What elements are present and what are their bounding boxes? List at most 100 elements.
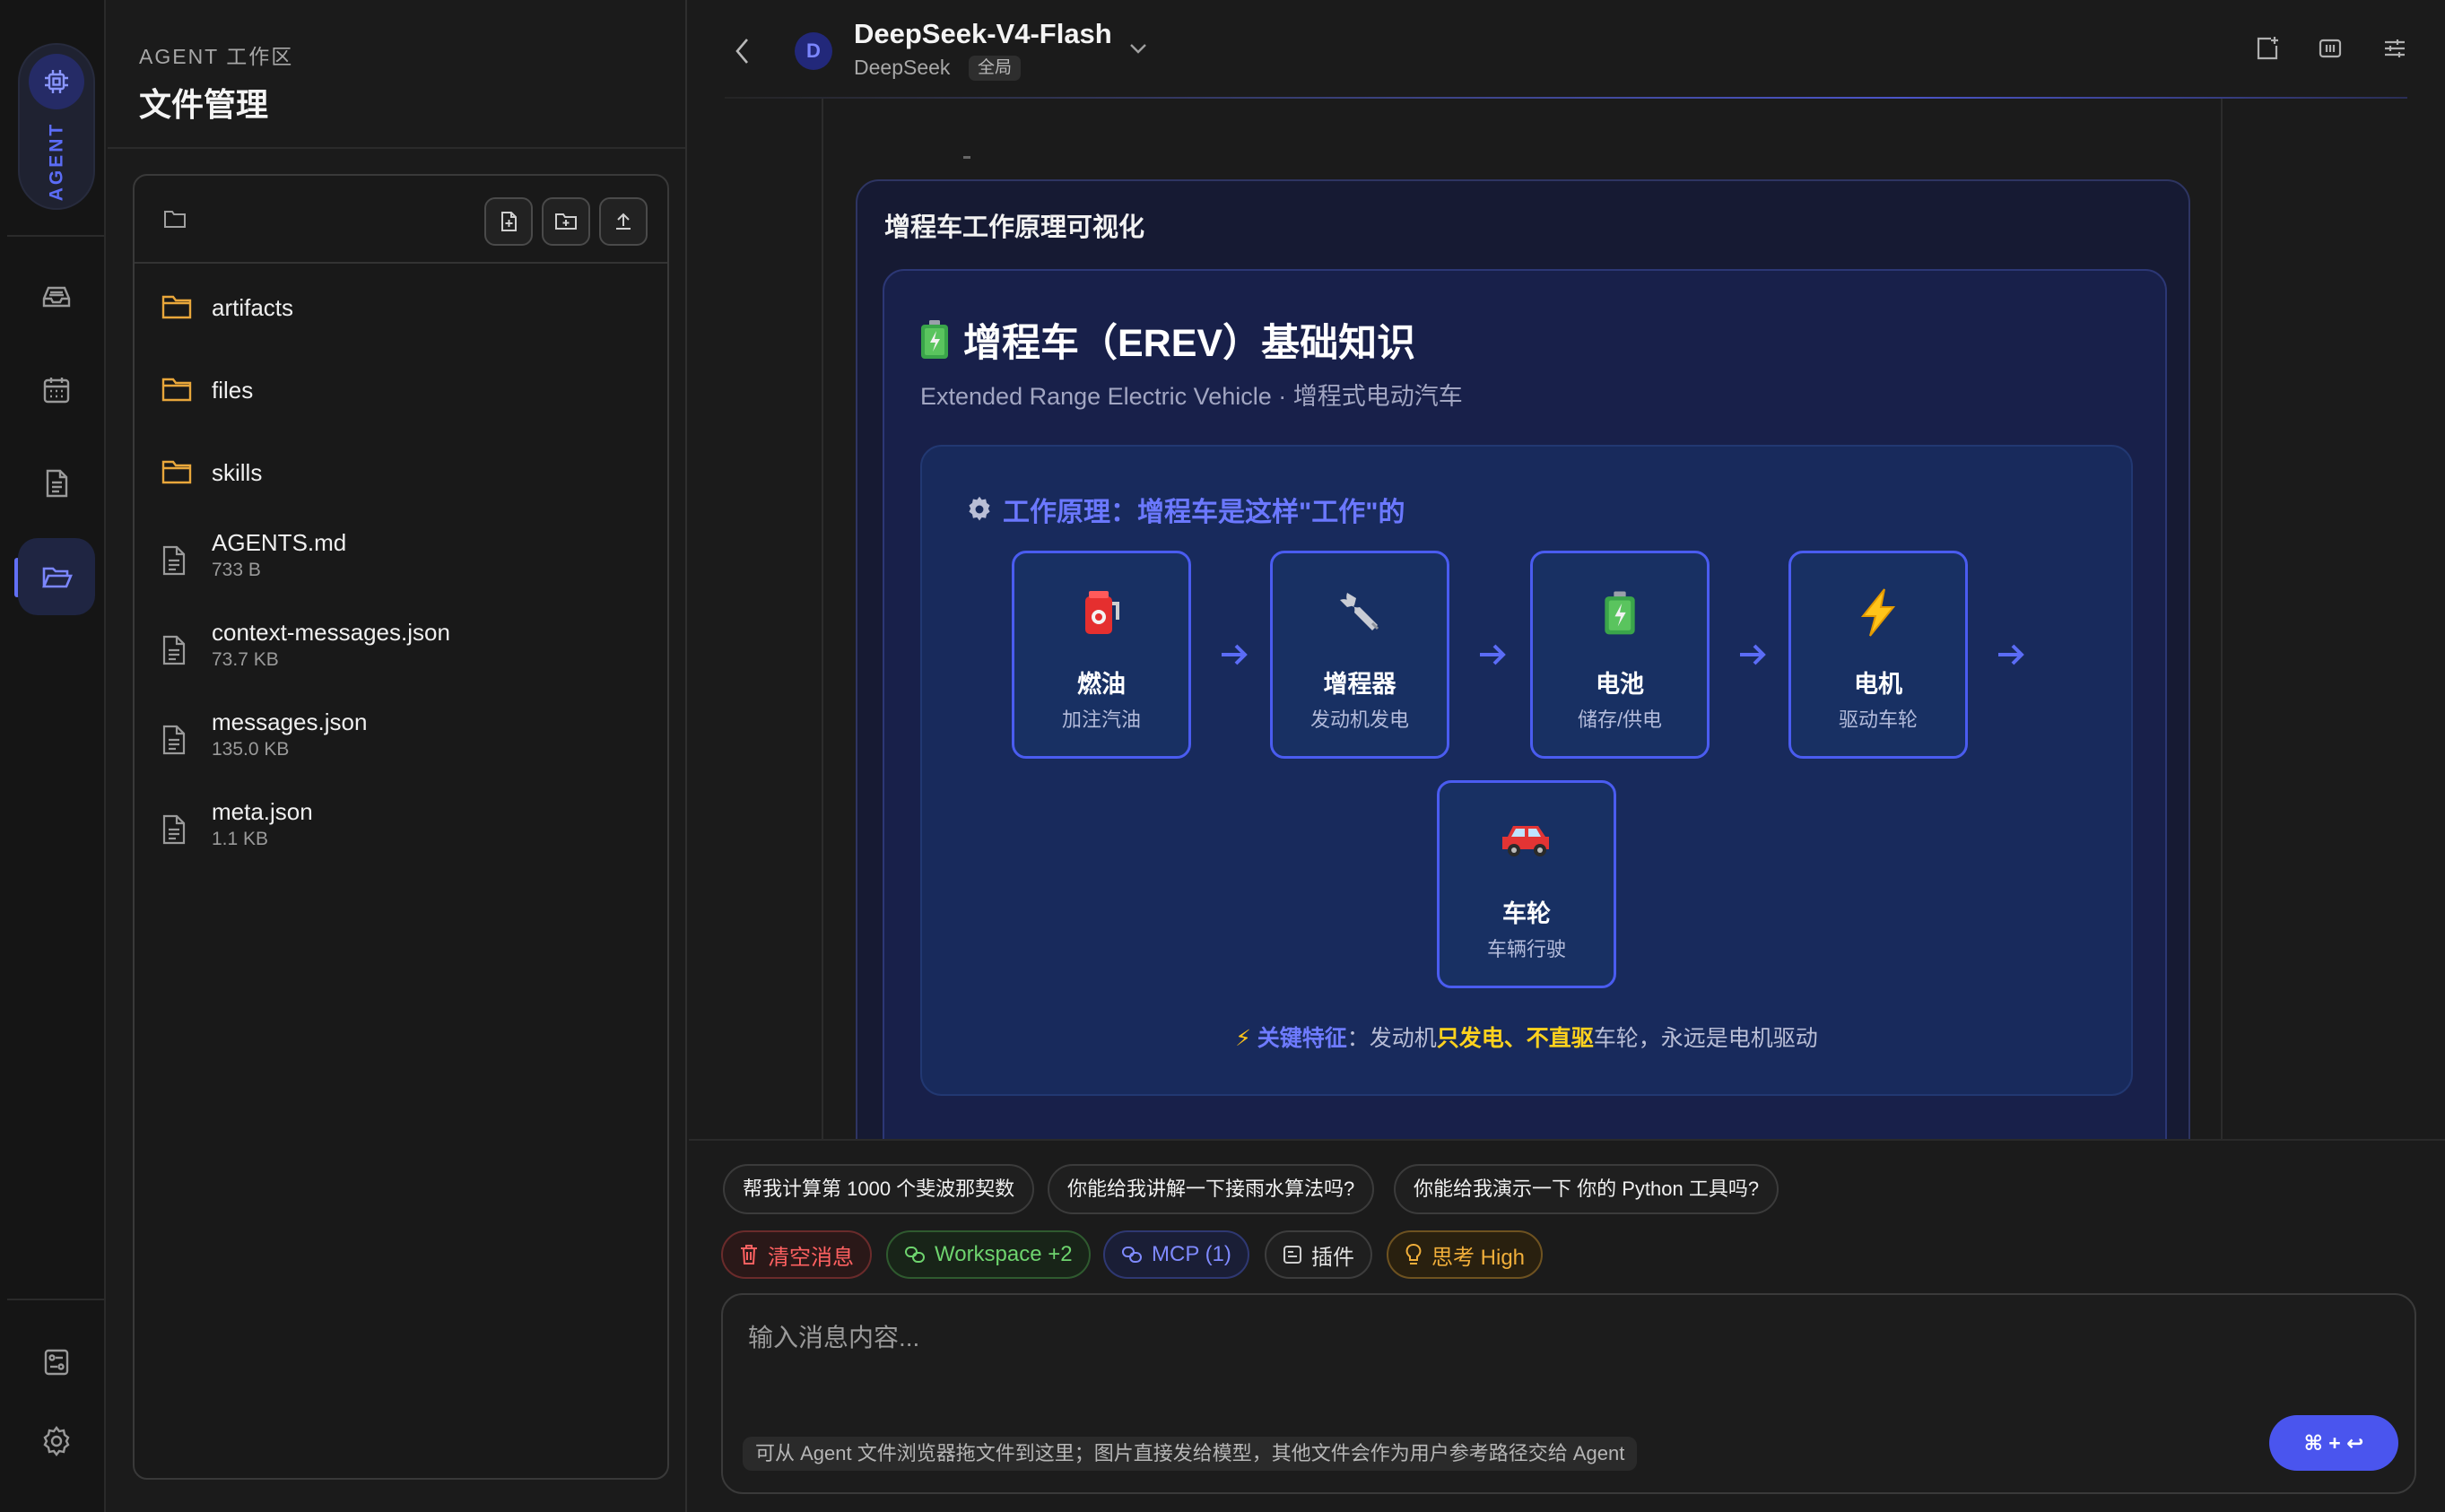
app-window: AGENT AGENT 工作区 文件管理 artifacts files ski…: [0, 0, 2445, 1512]
inbox-button[interactable]: [18, 258, 95, 335]
message-area: 增程车工作原理可视化 增程车（EREV）基础知识 Extended Range …: [689, 99, 2445, 1139]
model-provider: DeepSeek: [854, 56, 951, 79]
document-icon: [46, 469, 68, 498]
wrench-icon: [1340, 593, 1379, 630]
flow-node-range-extender: 增程器 发动机发电: [1270, 551, 1449, 759]
panel-title: 文件管理: [139, 86, 269, 123]
node-desc: 加注汽油: [1061, 708, 1141, 731]
chat-header: D DeepSeek-V4-Flash DeepSeek 全局: [689, 0, 2445, 99]
file-size: 73.7 KB: [212, 649, 279, 670]
documents-button[interactable]: [18, 445, 95, 522]
chevron-left-icon[interactable]: [732, 36, 753, 66]
chevron-down-icon[interactable]: [1128, 41, 1148, 56]
erev-title: 增程车（EREV）基础知识: [918, 312, 1415, 368]
panel-settings-button[interactable]: [18, 1324, 95, 1401]
list-item-file-messages[interactable]: messages.json 135.0 KB: [135, 700, 667, 780]
new-file-icon: [501, 212, 517, 231]
node-title: 增程器: [1323, 671, 1397, 698]
visualization-frame: 增程车（EREV）基础知识 Extended Range Electric Ve…: [883, 269, 2167, 1139]
send-button[interactable]: ⌘ + ↩: [2269, 1415, 2398, 1471]
settings-button[interactable]: [18, 1403, 95, 1480]
lightning-icon: [1860, 588, 1896, 637]
flow-node-wheels: 车轮 车辆行驶: [1437, 780, 1616, 988]
suggestion-python-tool[interactable]: 你能给我演示一下 你的 Python 工具吗?: [1394, 1164, 1779, 1214]
flow-node-motor: 电机 驱动车轮: [1788, 551, 1968, 759]
file-name: artifacts: [212, 294, 294, 321]
plugins-button[interactable]: 插件: [1265, 1230, 1372, 1279]
clear-messages-button[interactable]: 清空消息: [721, 1230, 872, 1279]
new-chat-icon[interactable]: [2253, 34, 2282, 63]
chat-main: D DeepSeek-V4-Flash DeepSeek 全局 增程车工作原理可…: [689, 0, 2445, 1512]
chip-icon: [29, 54, 84, 109]
message-input-placeholder[interactable]: 输入消息内容...: [748, 1318, 919, 1354]
upload-button[interactable]: [599, 197, 648, 246]
key-highlight-2: 不直驱: [1526, 1026, 1594, 1051]
files-button[interactable]: [18, 538, 95, 615]
file-name: files: [212, 377, 254, 404]
browser-toolbar: [135, 176, 667, 264]
key-feature-text-end: 车轮，永远是电机驱动: [1593, 1026, 1818, 1051]
flow-node-fuel: 燃油 加注汽油: [1012, 551, 1191, 759]
agent-label: AGENT: [46, 121, 66, 202]
file-name: skills: [212, 459, 263, 486]
message-input-box[interactable]: 输入消息内容... 可从 Agent 文件浏览器拖文件到这里；图片直接发给模型，…: [721, 1293, 2416, 1494]
key-feature-text: 发动机: [1369, 1026, 1437, 1051]
layout-panel-icon[interactable]: [2316, 34, 2345, 63]
folder-icon: [161, 460, 192, 484]
model-name[interactable]: DeepSeek-V4-Flash: [854, 18, 1112, 50]
principle-title: 工作原理：增程车是这样"工作"的: [965, 490, 1405, 529]
thinking-level-label: 思考 High: [1431, 1245, 1526, 1270]
file-manager-panel: AGENT 工作区 文件管理 artifacts files skills AG…: [108, 0, 687, 1512]
file-icon: [162, 635, 186, 665]
list-item-file-meta[interactable]: meta.json 1.1 KB: [135, 789, 667, 870]
erev-title-text: 增程车（EREV）基础知识: [963, 322, 1416, 365]
visualization-card: 增程车工作原理可视化 增程车（EREV）基础知识 Extended Range …: [856, 179, 2190, 1139]
arrow-right-icon: [1480, 644, 1506, 665]
car-icon: [1502, 826, 1549, 856]
erev-subtitle: Extended Range Electric Vehicle · 增程式电动汽…: [920, 383, 1463, 410]
plugin-icon: [1283, 1246, 1301, 1264]
node-desc: 车辆行驶: [1486, 938, 1566, 960]
list-item-folder-skills[interactable]: skills: [135, 436, 667, 508]
suggestion-fibonacci[interactable]: 帮我计算第 1000 个斐波那契数: [723, 1164, 1035, 1214]
new-file-button[interactable]: [484, 197, 533, 246]
list-item-file-agents-md[interactable]: AGENTS.md 733 B: [135, 520, 667, 601]
node-title: 燃油: [1077, 671, 1126, 698]
inbox-icon: [42, 286, 71, 308]
principle-title-text: 工作原理：增程车是这样"工作"的: [1003, 498, 1405, 527]
calendar-button[interactable]: [18, 352, 95, 429]
file-name: messages.json: [212, 708, 368, 735]
upload-icon: [616, 213, 631, 230]
workspace-button[interactable]: Workspace +2: [886, 1230, 1091, 1279]
suggestion-trapping-rain[interactable]: 你能给我讲解一下接雨水算法吗?: [1048, 1164, 1375, 1214]
file-size: 1.1 KB: [212, 829, 269, 849]
thinking-level-button[interactable]: 思考 High: [1387, 1230, 1544, 1279]
workspace-label: AGENT 工作区: [139, 45, 294, 68]
node-desc: 驱动车轮: [1838, 708, 1918, 731]
new-folder-icon: [555, 213, 577, 230]
sliders-icon[interactable]: [2380, 34, 2409, 63]
new-folder-button[interactable]: [542, 197, 590, 246]
list-item-file-context-messages[interactable]: context-messages.json 73.7 KB: [135, 610, 667, 691]
node-title: 电机: [1854, 671, 1902, 698]
file-name: meta.json: [212, 798, 313, 825]
folder-icon: [164, 211, 186, 228]
plugins-label: 插件: [1311, 1245, 1354, 1270]
list-item-folder-files[interactable]: files: [135, 353, 667, 425]
file-browser: artifacts files skills AGENTS.md 733 B c…: [133, 174, 669, 1480]
file-size: 135.0 KB: [212, 739, 290, 760]
file-icon: [162, 545, 186, 576]
trash-icon: [741, 1245, 757, 1264]
link-icon: [905, 1247, 925, 1263]
key-separator: 、: [1503, 1026, 1527, 1051]
mcp-button[interactable]: MCP (1): [1103, 1230, 1249, 1279]
key-feature-colon: ：: [1346, 1026, 1370, 1051]
key-feature: ⚡ 关键特征：发动机只发电、不直驱车轮，永远是电机驱动: [922, 1021, 2131, 1053]
scroll-fragment: [963, 156, 970, 159]
flow-node-battery: 电池 储存/供电: [1530, 551, 1710, 759]
link-icon: [1122, 1247, 1142, 1263]
list-item-folder-artifacts[interactable]: artifacts: [135, 271, 667, 343]
lightbulb-icon: [1405, 1244, 1422, 1264]
agent-mode-switch[interactable]: AGENT: [18, 43, 95, 210]
arrow-right-icon: [1222, 644, 1248, 665]
